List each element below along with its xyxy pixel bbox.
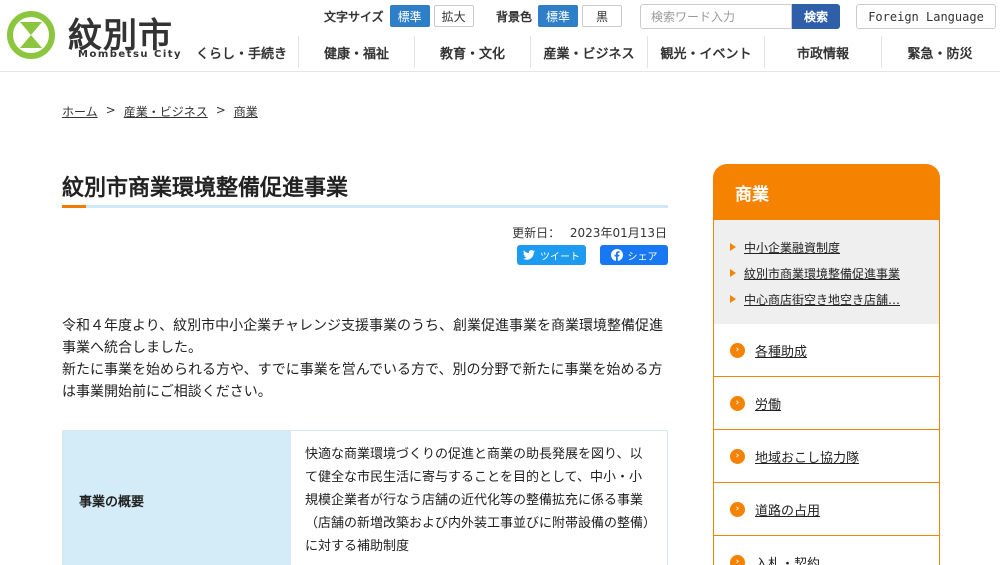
sidebar-list: › 各種助成 › 労働 › 地域おこし協力隊 › 道路の占用 › 入札・契約 (713, 324, 940, 565)
intro-paragraph: 新たに事業を始められる方や、すでに事業を営んでいる方で、別の分野で新たに事業を始… (62, 362, 663, 400)
city-emblem-icon[interactable] (6, 10, 56, 60)
site-name-sub: Mombetsu City (78, 49, 183, 60)
chevron-right-icon: › (730, 448, 745, 464)
nav-item-tourism[interactable]: 観光・イベント (647, 36, 764, 68)
bg-standard-button[interactable]: 標準 (538, 5, 579, 27)
global-nav: くらし・手続き 健康・福祉 教育・文化 産業・ビジネス 観光・イベント 市政情報… (185, 36, 1000, 68)
sidebar-sub-list: 中小企業融資制度 紋別市商業環境整備促進事業 中心商店街空き地空き店舗… (713, 220, 940, 324)
sidebar-item-label: 入札・契約 (755, 556, 821, 565)
sidebar-sub-item-label: 中心商店街空き地空き店舗… (744, 292, 901, 307)
sidebar-sub-item-label: 紋別市商業環境整備促進事業 (744, 266, 901, 281)
triangle-right-icon (730, 243, 736, 251)
share-label: シェア (627, 251, 658, 263)
site-header: 紋別市 Mombetsu City 文字サイズ 標準 拡大 背景色 標準 黒 検… (0, 0, 1000, 72)
search-button[interactable]: 検索 (792, 4, 840, 29)
updated-date: 更新日： 2023年01月13日 (512, 224, 667, 241)
font-standard-button[interactable]: 標準 (389, 5, 430, 27)
sidebar-item[interactable]: › 道路の占用 (714, 483, 939, 536)
sidebar-item[interactable]: › 労働 (714, 377, 939, 430)
tweet-label: ツイート (540, 251, 580, 263)
font-size-controls: 文字サイズ 標準 拡大 (324, 4, 474, 28)
nav-item-emergency[interactable]: 緊急・防災 (881, 36, 998, 68)
sidebar-item[interactable]: › 地域おこし協力隊 (714, 430, 939, 483)
table-header-cell: 事業の概要 (63, 431, 291, 565)
breadcrumb-commerce[interactable]: 商業 (234, 103, 258, 120)
title-divider (62, 205, 668, 208)
breadcrumb-separator: > (215, 103, 226, 117)
updated-value: 2023年01月13日 (569, 226, 667, 240)
nav-item-health[interactable]: 健康・福祉 (298, 36, 414, 68)
breadcrumb-home[interactable]: ホーム (62, 103, 98, 120)
chevron-right-icon: › (730, 554, 745, 565)
sidebar-title: 商業 (713, 164, 940, 220)
sidebar-item[interactable]: › 入札・契約 (714, 536, 939, 565)
sidebar-sub-item[interactable]: 中小企業融資制度 (730, 234, 939, 260)
title-divider-accent (62, 205, 86, 208)
sidebar-item-label: 道路の占用 (755, 503, 821, 519)
table-body-cell: 快適な商業環境づくりの促進と商業の助長発展を図り、以て健全な市民生活に寄与するこ… (305, 447, 650, 554)
tweet-button[interactable]: ツイート (517, 245, 586, 265)
sidebar-sub-item-label: 中小企業融資制度 (744, 240, 841, 255)
sidebar-sub-item[interactable]: 紋別市商業環境整備促進事業 (730, 260, 939, 286)
twitter-bird-icon (523, 250, 535, 260)
foreign-language-button[interactable]: Foreign Language (856, 4, 996, 29)
breadcrumb: ホーム > 産業・ビジネス > 商業 (62, 103, 258, 120)
breadcrumb-industry[interactable]: 産業・ビジネス (124, 103, 208, 120)
sidebar-item[interactable]: › 各種助成 (714, 324, 939, 377)
triangle-right-icon (730, 295, 736, 303)
intro-paragraph: 令和４年度より、紋別市中小企業チャレンジ支援事業のうち、創業促進事業を商業環境整… (62, 318, 664, 356)
breadcrumb-separator: > (105, 103, 116, 117)
page-title: 紋別市商業環境整備促進事業 (62, 176, 349, 201)
nav-item-education[interactable]: 教育・文化 (414, 36, 530, 68)
bg-black-button[interactable]: 黒 (582, 5, 623, 27)
triangle-right-icon (730, 269, 736, 277)
font-large-button[interactable]: 拡大 (433, 5, 474, 27)
chevron-right-icon: › (730, 342, 745, 358)
overview-table: 事業の概要 快適な商業環境づくりの促進と商業の助長発展を図り、以て健全な市民生活… (62, 430, 668, 565)
search-input[interactable]: 検索ワード入力 (640, 4, 792, 29)
sidebar-item-label: 地域おこし協力隊 (755, 450, 860, 466)
chevron-right-icon: › (730, 395, 745, 411)
nav-item-living[interactable]: くらし・手続き (185, 36, 298, 68)
sidebar-item-label: 労働 (755, 397, 782, 413)
sidebar-sub-item[interactable]: 中心商店街空き地空き店舗… (730, 286, 939, 312)
sidebar-item-label: 各種助成 (755, 344, 808, 360)
bg-color-label: 背景色 (496, 9, 533, 24)
facebook-share-button[interactable]: シェア (600, 245, 668, 265)
chevron-right-icon: › (730, 501, 745, 517)
font-size-label: 文字サイズ (324, 9, 384, 24)
intro-text: 令和４年度より、紋別市中小企業チャレンジ支援事業のうち、創業促進事業を商業環境整… (62, 315, 668, 403)
facebook-icon (610, 249, 623, 261)
updated-label: 更新日： (512, 226, 561, 240)
nav-item-city-info[interactable]: 市政情報 (764, 36, 881, 68)
bg-color-controls: 背景色 標準 黒 (496, 4, 623, 28)
nav-item-industry[interactable]: 産業・ビジネス (530, 36, 647, 68)
